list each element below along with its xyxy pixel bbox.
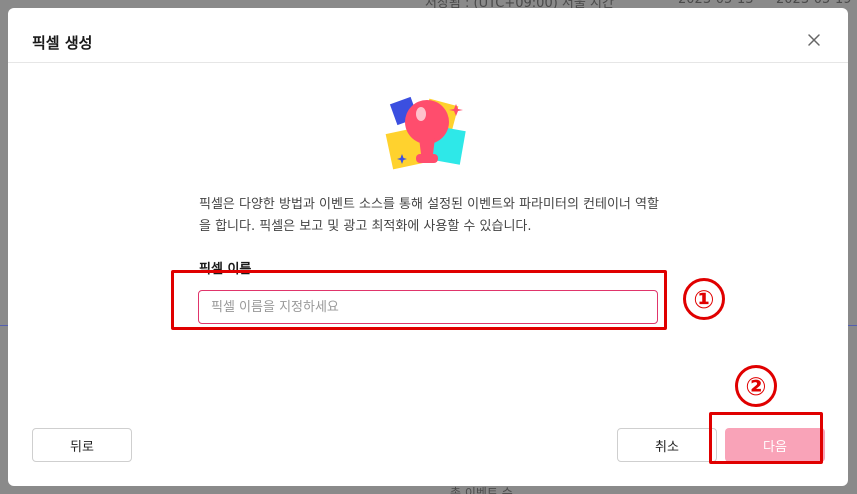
date-end: 2023-05-19 bbox=[776, 0, 852, 7]
background-divider-right bbox=[847, 325, 857, 326]
lightbulb-illustration bbox=[385, 88, 470, 173]
step-marker-2: ② bbox=[735, 365, 777, 407]
background-divider-left bbox=[0, 325, 8, 326]
next-button[interactable]: 다음 bbox=[725, 428, 825, 462]
step-marker-1: ① bbox=[683, 278, 725, 320]
pixel-name-input[interactable] bbox=[198, 290, 658, 324]
close-icon[interactable] bbox=[806, 32, 822, 48]
back-button[interactable]: 뒤로 bbox=[32, 428, 132, 462]
cancel-button[interactable]: 취소 bbox=[617, 428, 717, 462]
modal-description: 픽셀은 다양한 방법과 이벤트 소스를 통해 설정된 이벤트와 파라미터의 컨테… bbox=[199, 197, 659, 234]
date-separator: - bbox=[758, 0, 763, 7]
pixel-name-label: 픽셀 이름 bbox=[199, 262, 252, 277]
date-start: 2023-05-13 bbox=[678, 0, 754, 7]
modal-header: 픽셀 생성 bbox=[8, 8, 848, 63]
modal-title: 픽셀 생성 bbox=[32, 34, 93, 52]
create-pixel-modal: 픽셀 생성 픽셀은 다양한 방법과 이벤트 소스를 통해 설정된 이벤트와 파라… bbox=[8, 8, 848, 486]
